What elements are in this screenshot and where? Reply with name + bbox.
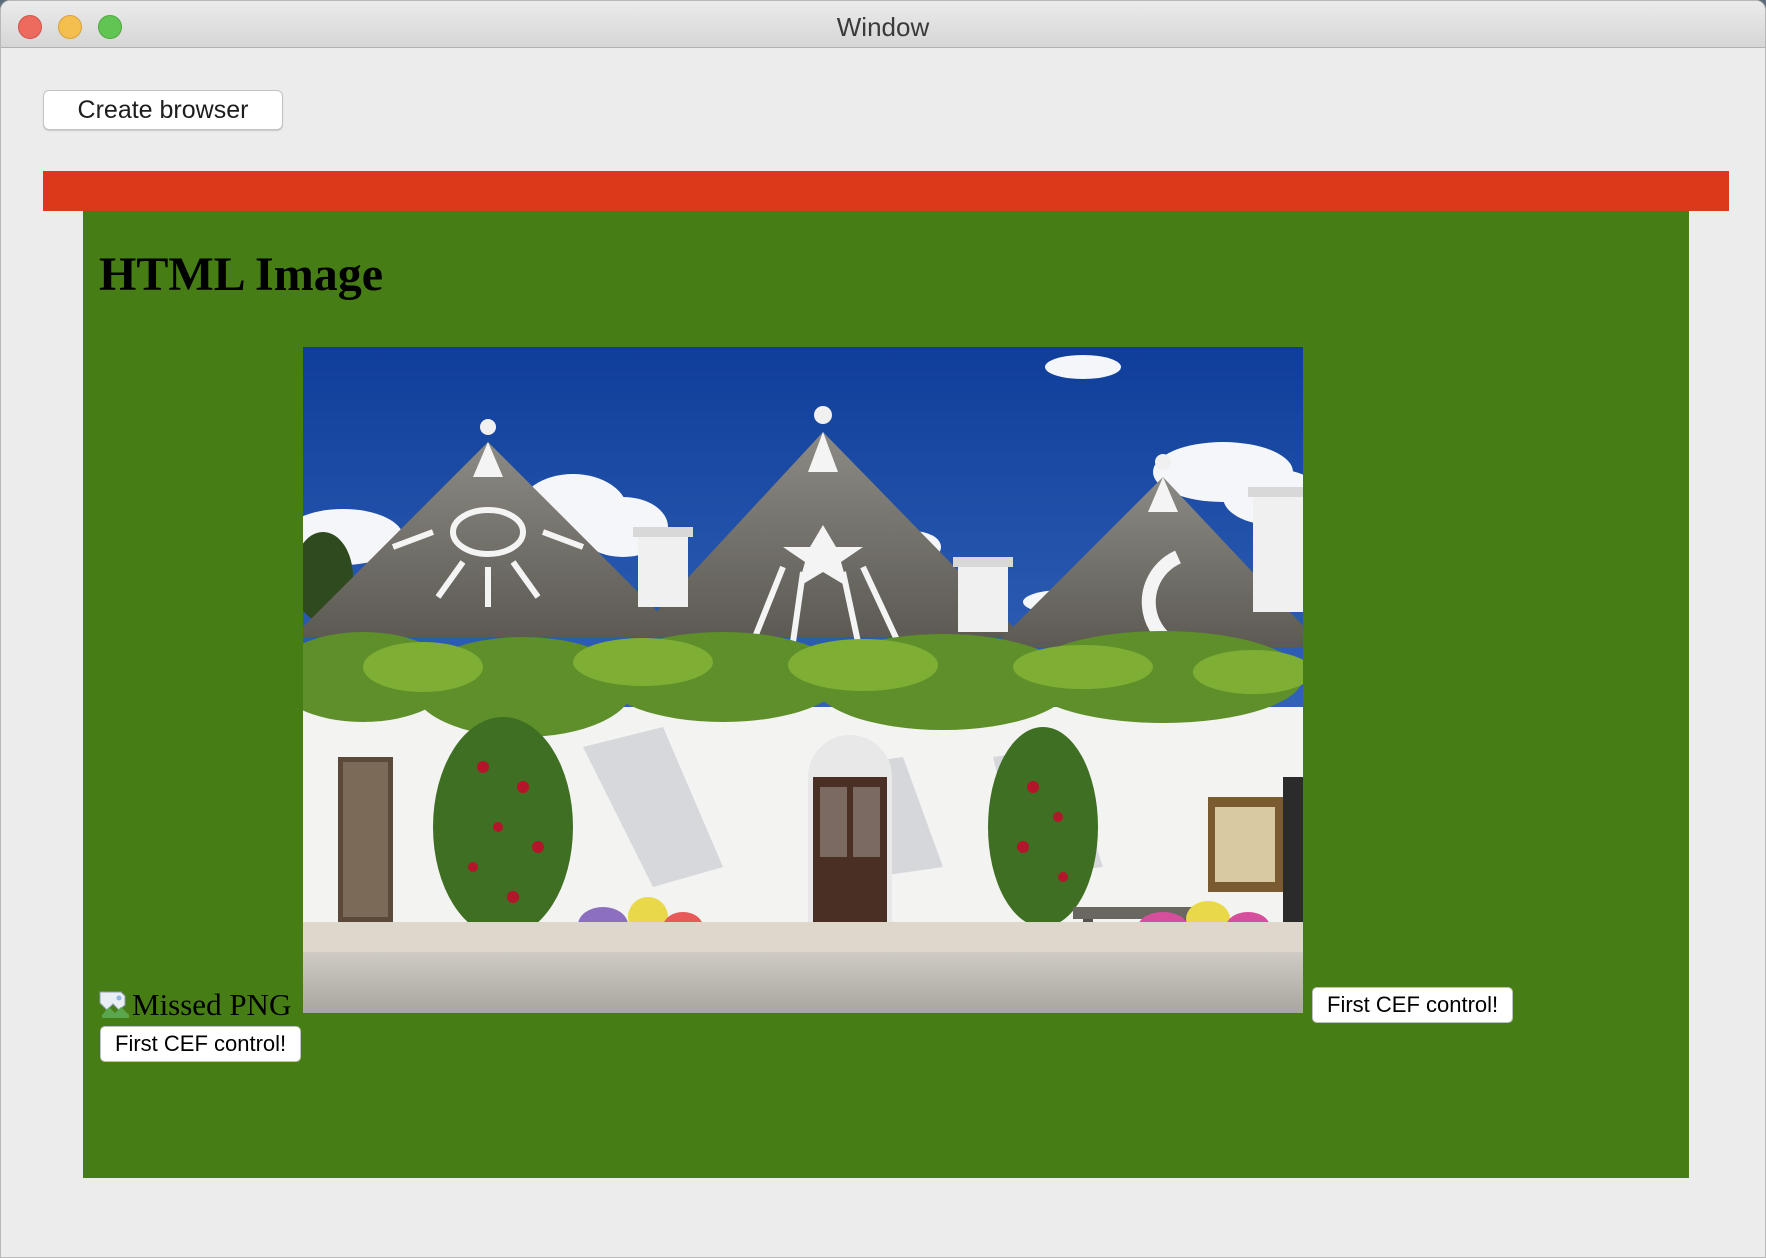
app-window: Window Create browser HTML Image Missed …: [0, 0, 1766, 1258]
first-cef-control-button-2[interactable]: First CEF control!: [100, 1026, 302, 1062]
missing-image-alt-text: Missed PNG: [132, 987, 292, 1022]
browser-content: HTML Image Missed PNG First CEF control!…: [83, 211, 1689, 1178]
window-title: Window: [836, 12, 930, 42]
first-cef-control-button[interactable]: First CEF control!: [1312, 987, 1514, 1023]
page-heading: HTML Image: [99, 248, 383, 301]
header-bar: [43, 171, 1729, 211]
missing-image: Missed PNG: [99, 987, 291, 1023]
create-browser-button[interactable]: Create browser: [43, 90, 283, 130]
trulli-photo: [303, 347, 1303, 1013]
broken-image-icon: [99, 991, 129, 1018]
title-bar[interactable]: Window: [1, 1, 1765, 48]
